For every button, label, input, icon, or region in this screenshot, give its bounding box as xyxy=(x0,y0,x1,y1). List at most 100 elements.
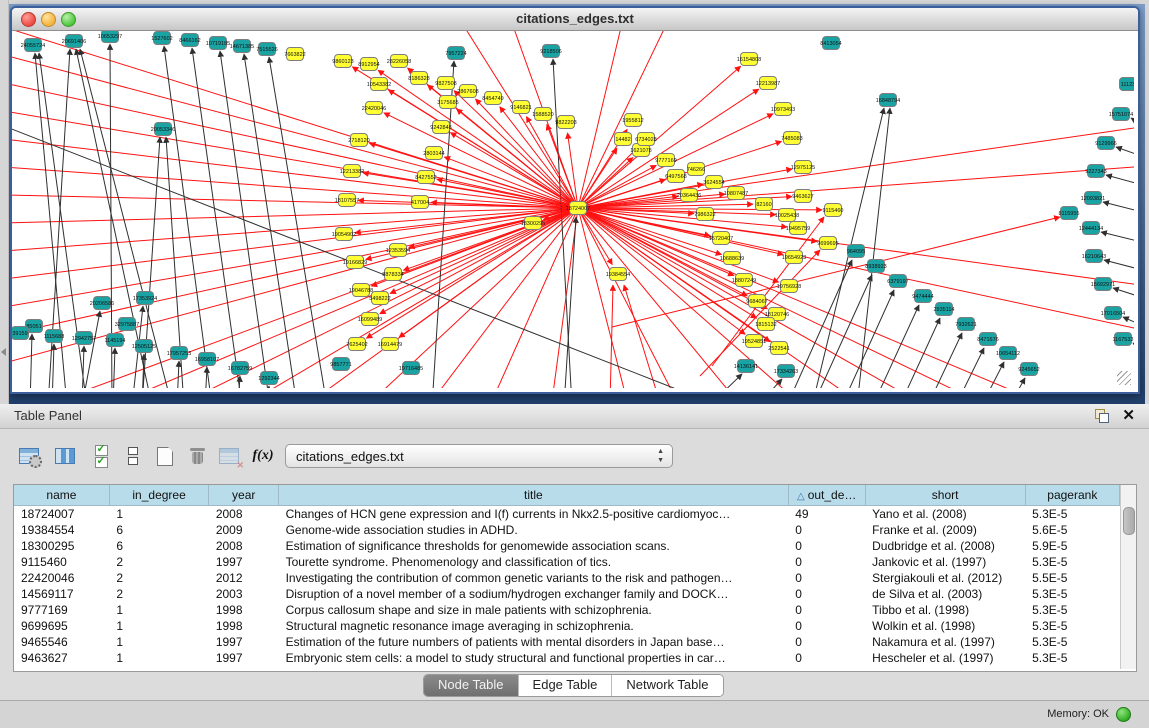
tab-edge-table[interactable]: Edge Table xyxy=(519,675,613,696)
graph-node[interactable]: 9777169 xyxy=(655,154,676,167)
table-cell[interactable]: 14569117 xyxy=(14,586,109,602)
graph-node[interactable]: 20691406 xyxy=(62,35,86,48)
table-cell[interactable]: 5.3E-5 xyxy=(1025,506,1119,523)
column-header-in_degree[interactable]: in_degree xyxy=(109,485,208,506)
table-cell[interactable]: Nakamura et al. (1997) xyxy=(865,634,1025,650)
table-cell[interactable]: Stergiakouli et al. (2012) xyxy=(865,570,1025,586)
graph-node[interactable]: 6497568 xyxy=(665,170,686,183)
left-splitter[interactable] xyxy=(0,0,9,408)
table-cell[interactable]: 0 xyxy=(788,522,865,538)
table-cell[interactable]: 1997 xyxy=(209,650,279,666)
graph-node[interactable]: 9474444 xyxy=(912,290,933,303)
graph-node[interactable]: 7515526 xyxy=(256,43,277,56)
table-cell[interactable]: Changes of HCN gene expression and I(f) … xyxy=(279,506,789,523)
graph-node[interactable]: 9245652 xyxy=(1018,363,1039,376)
graph-node[interactable]: 746266 xyxy=(687,163,705,176)
graph-node[interactable]: 1167533 xyxy=(1112,333,1133,346)
table-cell[interactable]: 5.3E-5 xyxy=(1025,586,1119,602)
graph-node[interactable]: 10688639 xyxy=(720,252,744,265)
graph-node[interactable]: 8186328 xyxy=(408,72,429,85)
table-row[interactable]: 1456911722003Disruption of a novel membe… xyxy=(14,586,1120,602)
table-cell[interactable]: 18724007 xyxy=(14,506,109,523)
graph-node[interactable]: 7485083 xyxy=(781,132,802,145)
graph-node[interactable]: 14136141 xyxy=(734,360,758,373)
graph-node[interactable]: 9242848 xyxy=(430,121,451,134)
table-cell[interactable]: 0 xyxy=(788,634,865,650)
function-builder-button[interactable]: f(x) xyxy=(250,443,276,469)
table-cell[interactable]: Corpus callosum shape and size in male p… xyxy=(279,602,789,618)
graph-node[interactable]: 10654112 xyxy=(996,347,1020,360)
table-cell[interactable]: 0 xyxy=(788,538,865,554)
graph-node[interactable]: 82160 xyxy=(756,198,773,211)
close-panel-icon[interactable]: ✕ xyxy=(1122,406,1135,424)
table-row[interactable]: 946554611997Estimation of the future num… xyxy=(14,634,1120,650)
graph-node[interactable]: 16958107 xyxy=(195,353,219,366)
graph-node[interactable]: 14482 xyxy=(615,133,632,146)
graph-node[interactable]: 12093821 xyxy=(1081,192,1105,205)
table-cell[interactable]: 18300295 xyxy=(14,538,109,554)
graph-node[interactable]: 12975125 xyxy=(791,161,815,174)
graph-node[interactable]: 7957224 xyxy=(445,47,466,60)
table-cell[interactable]: 2008 xyxy=(209,538,279,554)
table-cell[interactable]: 1998 xyxy=(209,602,279,618)
table-cell[interactable]: 2009 xyxy=(209,522,279,538)
tab-network-table[interactable]: Network Table xyxy=(612,675,722,696)
graph-node[interactable]: 417004 xyxy=(411,196,429,209)
delete-rows-button[interactable] xyxy=(184,443,210,469)
graph-node[interactable]: 17353924 xyxy=(133,292,157,305)
graph-node[interactable]: 3175685 xyxy=(437,96,458,109)
table-cell[interactable]: 1 xyxy=(109,618,208,634)
graph-node[interactable]: 8466162 xyxy=(179,34,200,47)
network-graph[interactable]: 2405572420691406106532971527602846616210… xyxy=(12,31,1134,388)
table-cell[interactable]: Estimation of significance thresholds fo… xyxy=(279,538,789,554)
graph-node[interactable]: 18107557 xyxy=(335,194,359,207)
graph-node[interactable]: 1115688 xyxy=(44,330,65,343)
table-cell[interactable]: Structural magnetic resonance image aver… xyxy=(279,618,789,634)
table-row[interactable]: 1938455462009Genome-wide association stu… xyxy=(14,522,1120,538)
graph-node[interactable]: 19756928 xyxy=(777,280,801,293)
table-cell[interactable]: Estimation of the future numbers of pati… xyxy=(279,634,789,650)
table-cell[interactable]: Disruption of a novel member of a sodium… xyxy=(279,586,789,602)
graph-node[interactable]: 22420046 xyxy=(362,102,386,115)
table-cell[interactable]: 5.3E-5 xyxy=(1025,650,1119,666)
table-cell[interactable]: Yano et al. (2008) xyxy=(865,506,1025,523)
float-window-icon[interactable] xyxy=(1095,409,1109,423)
table-cell[interactable]: 1 xyxy=(109,506,208,523)
graph-node[interactable]: 8454749 xyxy=(482,92,503,105)
resize-grip[interactable] xyxy=(1117,371,1131,385)
table-cell[interactable]: 0 xyxy=(788,618,865,634)
table-row[interactable]: 2242004622012Investigating the contribut… xyxy=(14,570,1120,586)
graph-node[interactable]: 3624554 xyxy=(703,176,724,189)
graph-node[interactable]: 1815132 xyxy=(755,318,776,331)
table-cell[interactable]: 0 xyxy=(788,650,865,666)
graph-node[interactable]: 8115955 xyxy=(1058,207,1079,220)
node-table[interactable]: namein_degreeyeartitle△out_de…shortpager… xyxy=(14,485,1120,666)
graph-node[interactable]: 7986322 xyxy=(694,208,715,221)
graph-node[interactable]: 9146821 xyxy=(510,101,531,114)
graph-node[interactable]: 9115460 xyxy=(822,204,843,217)
graph-node[interactable]: 1955812 xyxy=(622,114,643,127)
graph-node[interactable]: 12213987 xyxy=(756,77,780,90)
table-cell[interactable]: 5.5E-5 xyxy=(1025,570,1119,586)
graph-node[interactable]: 19054902 xyxy=(332,228,356,241)
table-cell[interactable]: 2 xyxy=(109,586,208,602)
column-visibility-button[interactable] xyxy=(52,443,78,469)
graph-node[interactable]: 16099489 xyxy=(358,313,382,326)
graph-node[interactable]: 28226058 xyxy=(387,55,411,68)
table-cell[interactable]: Tourette syndrome. Phenomenology and cla… xyxy=(279,554,789,570)
graph-node[interactable]: 14671385 xyxy=(230,40,254,53)
table-cell[interactable]: 19384554 xyxy=(14,522,109,538)
graph-node[interactable]: 8413054 xyxy=(820,37,841,50)
table-cell[interactable]: 9777169 xyxy=(14,602,109,618)
table-cell[interactable]: 49 xyxy=(788,506,865,523)
graph-node[interactable]: 964095 xyxy=(847,245,865,258)
table-cell[interactable]: 1998 xyxy=(209,618,279,634)
table-cell[interactable]: 1 xyxy=(109,602,208,618)
graph-node[interactable]: 17016504 xyxy=(1101,307,1125,320)
graph-node[interactable]: 12213382 xyxy=(340,165,364,178)
column-header-out_de[interactable]: △out_de… xyxy=(788,485,865,506)
graph-node[interactable]: 9822203 xyxy=(555,116,576,129)
graph-node[interactable]: 10653297 xyxy=(98,31,122,43)
table-cell[interactable]: 0 xyxy=(788,602,865,618)
graph-node[interactable]: 15720407 xyxy=(709,232,733,245)
